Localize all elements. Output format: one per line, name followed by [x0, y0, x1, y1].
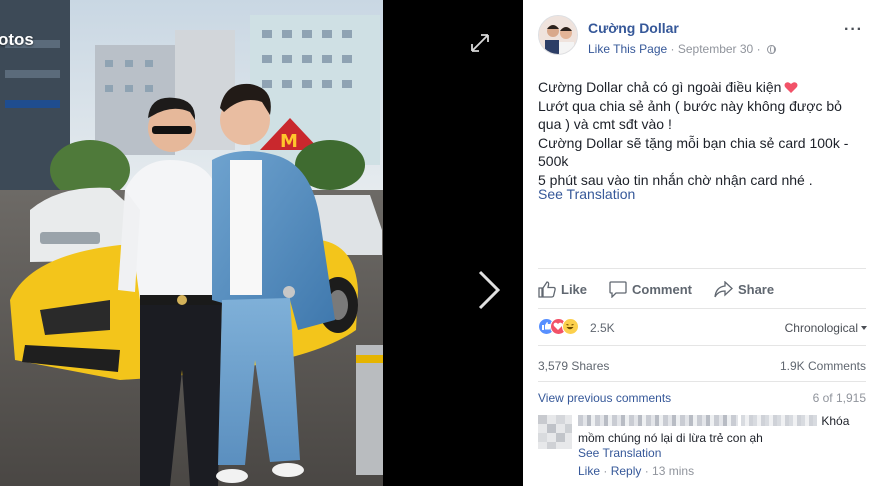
share-arrow-icon [714, 280, 733, 297]
post-photo[interactable]: M otos [0, 0, 383, 486]
reaction-count[interactable]: 2.5K [590, 321, 615, 335]
post-line: Cường Dollar chả có gì ngoài điều kiện [538, 78, 858, 97]
expand-arrows-icon[interactable] [470, 33, 490, 53]
photos-label: otos [0, 30, 34, 49]
comment-sort-dropdown[interactable]: Chronological [785, 321, 867, 335]
meta-separator-2: · [753, 42, 764, 56]
comment-time[interactable]: 13 mins [652, 464, 694, 478]
chevron-right-icon[interactable] [476, 268, 502, 312]
post-actions: Like Comment Share [538, 278, 866, 300]
comment-item: Khóa mồm chúng nó lại di lừa trẻ con ạh … [538, 413, 869, 483]
post-line: Lướt qua chia sẻ ảnh ( bước này không đư… [538, 97, 842, 133]
globe-icon [766, 45, 776, 54]
photo-illustration: M [0, 0, 383, 486]
post-line: Cường Dollar sẽ tặng mỗi bạn chia sẻ car… [538, 134, 849, 170]
thumbs-up-icon [538, 280, 556, 298]
divider [538, 308, 866, 309]
post-header: Cường Dollar Like This Page · September … [538, 15, 869, 59]
meta-separator: · [667, 42, 678, 56]
comment-reply-link[interactable]: Reply [611, 464, 642, 478]
divider [538, 268, 866, 269]
more-options-icon[interactable]: ··· [844, 22, 863, 38]
commenter-name-redacted[interactable] [578, 415, 738, 426]
comment-footer-dot: · [600, 464, 611, 478]
comment-text-tail: Khóa [821, 414, 850, 428]
see-translation-link[interactable]: See Translation [538, 186, 635, 202]
haha-reaction-icon [562, 318, 579, 335]
comment-text-line2: mồm chúng nó lại di lừa trẻ con ạh [578, 431, 763, 445]
like-button[interactable]: Like [538, 278, 587, 300]
comment-redacted-text [741, 415, 818, 426]
comment-label: Comment [632, 281, 692, 297]
comment-footer-dot-2: · [641, 464, 653, 478]
comment-button[interactable]: Comment [609, 278, 692, 300]
post-message: Cường Dollar chả có gì ngoài điều kiện L… [538, 78, 858, 189]
heart-icon [784, 82, 798, 93]
reaction-icons[interactable] [538, 318, 588, 336]
share-label: Share [737, 281, 775, 297]
like-page-link[interactable]: Like This Page [588, 42, 667, 56]
shares-count[interactable]: 3,579 Shares [538, 359, 609, 373]
comment-text: Khóa mồm chúng nó lại di lừa trẻ con ạh [578, 413, 858, 447]
photo-stage: M otos [0, 0, 523, 486]
divider [538, 345, 866, 346]
page-name-link[interactable]: Cường Dollar [588, 20, 679, 36]
like-label: Like [561, 281, 588, 297]
post-panel: Cường Dollar Like This Page · September … [523, 0, 881, 486]
share-button[interactable]: Share [714, 278, 774, 300]
comment-like-link[interactable]: Like [578, 464, 600, 478]
page-avatar[interactable] [538, 15, 578, 55]
reactions-summary: 2.5K Chronological [538, 318, 869, 338]
view-previous-comments-link[interactable]: View previous comments [538, 391, 671, 405]
svg-text:M: M [280, 131, 298, 152]
comment-paging: 6 of 1,915 [812, 391, 866, 405]
post-date[interactable]: September 30 [678, 42, 753, 56]
commenter-avatar[interactable] [538, 415, 572, 449]
comments-count[interactable]: 1.9K Comments [780, 359, 866, 373]
comment-see-translation-link[interactable]: See Translation [578, 446, 661, 460]
comment-footer: Like · Reply · 13 mins [578, 464, 694, 478]
post-meta: Like This Page · September 30 · [588, 42, 776, 56]
divider [538, 381, 866, 382]
commenter-avatar-image [538, 415, 572, 449]
page-avatar-image [539, 16, 577, 54]
comment-bubble-icon [609, 280, 627, 298]
